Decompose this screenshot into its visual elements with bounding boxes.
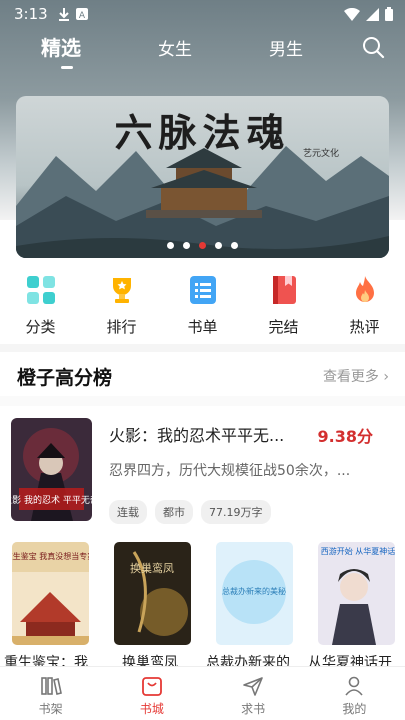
book-cover[interactable]: 重生鉴宝 我真没想当专家: [12, 542, 89, 645]
tab-male[interactable]: 男生: [269, 35, 303, 60]
banner-dot-active[interactable]: [199, 242, 206, 249]
section-divider: [0, 344, 405, 352]
section-divider: [0, 396, 405, 406]
banner-dot[interactable]: [215, 242, 222, 249]
book-cover-art: 重生鉴宝 我真没想当专家: [12, 542, 89, 645]
tab-featured[interactable]: 精选: [41, 32, 81, 61]
book-cover-art: 换巢鸾凤: [114, 542, 191, 645]
tag-status: 连载: [109, 500, 147, 524]
section-title: 橙子高分榜: [17, 367, 113, 389]
active-tab-indicator: [61, 66, 73, 69]
wifi-icon: [344, 7, 360, 21]
list-icon: [189, 276, 216, 304]
featured-cover-text: 火影 我的忍术 平平无奇: [11, 494, 92, 506]
signal-icon: [366, 7, 379, 21]
banner-pagination: [16, 242, 389, 249]
store-icon: [141, 677, 162, 696]
shortcut-hot-reviews[interactable]: 热评: [324, 272, 405, 342]
book-cover-text: 西游开始 从华夏神话: [321, 546, 395, 556]
featured-book-tags: 连载 都市 77.19万字: [109, 500, 271, 524]
nav-label: 求书: [241, 702, 266, 716]
tag-word-count: 77.19万字: [201, 500, 271, 524]
send-icon: [243, 677, 263, 696]
featured-book-score: 9.38分: [317, 427, 373, 446]
nav-label: 书城: [139, 702, 164, 716]
tab-female[interactable]: 女生: [158, 35, 192, 60]
battery-icon: [385, 7, 393, 21]
app-a-icon: A: [75, 8, 88, 20]
chevron-right-icon: ›: [383, 369, 389, 385]
shortcut-ranking[interactable]: 排行: [81, 272, 162, 342]
shortcut-booklist[interactable]: 书单: [162, 272, 243, 342]
svg-text:A: A: [79, 11, 86, 20]
bottom-navigation: 书架 书城 求书 我的: [0, 666, 405, 720]
download-icon: [58, 8, 69, 21]
book-cover-art: 西游开始 从华夏神话: [318, 542, 395, 645]
book-cover[interactable]: 总裁办新来的美秘: [216, 542, 293, 645]
grid-icon: [26, 276, 55, 304]
featured-cover-art: 火影 我的忍术 平平无奇: [11, 418, 92, 521]
shortcut-label: 完结: [268, 318, 299, 336]
nav-bookstore[interactable]: 书城: [101, 667, 202, 720]
category-shortcuts: 分类 排行 书单 完结 热评: [0, 272, 405, 342]
status-time: 3:13: [14, 5, 48, 23]
shortcut-label: 排行: [106, 318, 137, 336]
promo-banner[interactable]: 六脉法魂 艺元文化: [16, 96, 389, 258]
book-cover-text: 总裁办新来的美秘: [222, 586, 286, 596]
nav-label: 我的: [342, 702, 367, 716]
trophy-icon: [112, 278, 131, 303]
nav-profile[interactable]: 我的: [304, 667, 405, 720]
tag-genre: 都市: [155, 500, 193, 524]
user-icon: [345, 676, 363, 696]
book-cover-art: 总裁办新来的美秘: [216, 542, 293, 645]
banner-dot[interactable]: [183, 242, 190, 249]
view-more-link[interactable]: 查看更多 ›: [323, 366, 389, 386]
featured-book-title[interactable]: 火影：我的忍术平平无...: [109, 422, 289, 446]
nav-bookshelf[interactable]: 书架: [0, 667, 101, 720]
top-tabs: 精选 女生 男生: [0, 30, 405, 70]
shortcut-label: 分类: [25, 318, 56, 336]
book-icon: [272, 276, 296, 304]
banner-dot[interactable]: [231, 242, 238, 249]
book-cover-text: 换巢鸾凤: [130, 561, 174, 575]
shortcut-category[interactable]: 分类: [0, 272, 81, 342]
shortcut-label: 热评: [349, 318, 380, 336]
book-cover-text: 重生鉴宝 我真没想当专家: [12, 551, 89, 561]
flame-icon: [355, 276, 374, 302]
nav-request-book[interactable]: 求书: [203, 667, 304, 720]
featured-book-description: 忍界四方，历代大规模征战50余次，...: [109, 463, 351, 479]
status-bar: 3:13 A: [0, 0, 405, 28]
nav-label: 书架: [38, 702, 63, 716]
shortcut-label: 书单: [187, 318, 218, 336]
book-cover[interactable]: 西游开始 从华夏神话: [318, 542, 395, 645]
shortcut-completed[interactable]: 完结: [243, 272, 324, 342]
search-icon[interactable]: [361, 35, 385, 59]
view-more-label: 查看更多: [322, 369, 379, 385]
banner-dot[interactable]: [167, 242, 174, 249]
book-cover[interactable]: 换巢鸾凤: [114, 542, 191, 645]
bookshelf-icon: [40, 677, 62, 695]
featured-book-cover[interactable]: 火影 我的忍术 平平无奇: [11, 418, 92, 521]
banner-subtitle: 艺元文化: [302, 149, 339, 159]
